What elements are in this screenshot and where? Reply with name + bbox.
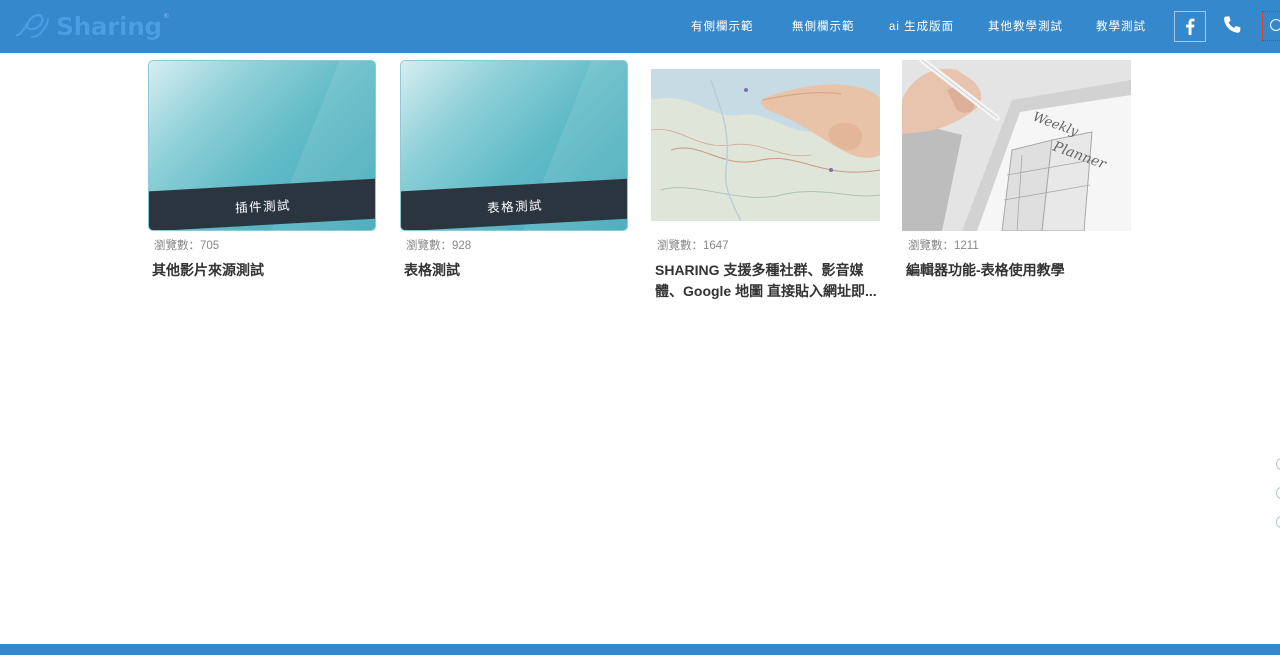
card-title[interactable]: SHARING 支援多種社群、影音媒體、Google 地圖 直接貼入網址即... [655, 260, 877, 302]
nav-item-with-sidebar[interactable]: 有側欄示範 [691, 18, 754, 34]
article-card: 瀏覽數：1647 SHARING 支援多種社群、影音媒體、Google 地圖 直… [651, 60, 880, 302]
nav-item-tutorial-test[interactable]: 教學測試 [1096, 18, 1146, 34]
logo-swirl-icon [15, 13, 49, 38]
view-count: 瀏覽數：705 [154, 240, 220, 252]
card-thumbnail[interactable] [651, 60, 880, 231]
card-thumbnail[interactable]: 插件測試 [148, 60, 376, 231]
side-dot[interactable] [1276, 458, 1280, 470]
phone-button[interactable] [1222, 15, 1244, 37]
card-thumbnail[interactable]: Weekly Planner [902, 60, 1131, 231]
top-header: Sharing® 有側欄示範 無側欄示範 ai 生成版面 其他教學測試 教學測試 [0, 0, 1280, 53]
map-photo-image [651, 60, 880, 231]
article-card: Weekly Planner 瀏覽數：1211 編輯器功能-表格使用教學 [902, 60, 1131, 281]
view-count: 瀏覽數：1211 [908, 240, 979, 252]
facebook-button[interactable] [1174, 11, 1206, 42]
view-count: 瀏覽數：1647 [657, 240, 729, 252]
search-icon [1270, 19, 1280, 31]
card-title[interactable]: 表格測試 [404, 260, 626, 281]
nav-item-other-tutorials[interactable]: 其他教學測試 [988, 18, 1063, 34]
footer-bar [0, 644, 1280, 655]
tablet-planner-image: Weekly Planner [902, 60, 1131, 231]
search-button[interactable] [1262, 11, 1280, 41]
card-thumbnail[interactable]: 表格測試 [400, 60, 628, 231]
side-dot[interactable] [1276, 487, 1280, 499]
nav-item-no-sidebar[interactable]: 無側欄示範 [792, 18, 855, 34]
article-card: 表格測試 瀏覽數：928 表格測試 [400, 60, 629, 281]
side-dot[interactable] [1276, 516, 1280, 528]
thumbnail-label: 表格測試 [486, 197, 544, 216]
facebook-icon [1186, 18, 1195, 35]
logo-text: Sharing® [56, 11, 170, 41]
card-title[interactable]: 編輯器功能-表格使用教學 [906, 260, 1128, 281]
thumbnail-label: 插件測試 [234, 197, 292, 216]
article-card: 插件測試 瀏覽數：705 其他影片來源測試 [148, 60, 377, 281]
logo[interactable]: Sharing® [14, 10, 170, 42]
view-count: 瀏覽數：928 [406, 240, 472, 252]
phone-icon [1224, 16, 1241, 33]
card-title[interactable]: 其他影片來源測試 [152, 260, 374, 281]
nav-item-ai-layout[interactable]: ai 生成版面 [889, 18, 954, 34]
